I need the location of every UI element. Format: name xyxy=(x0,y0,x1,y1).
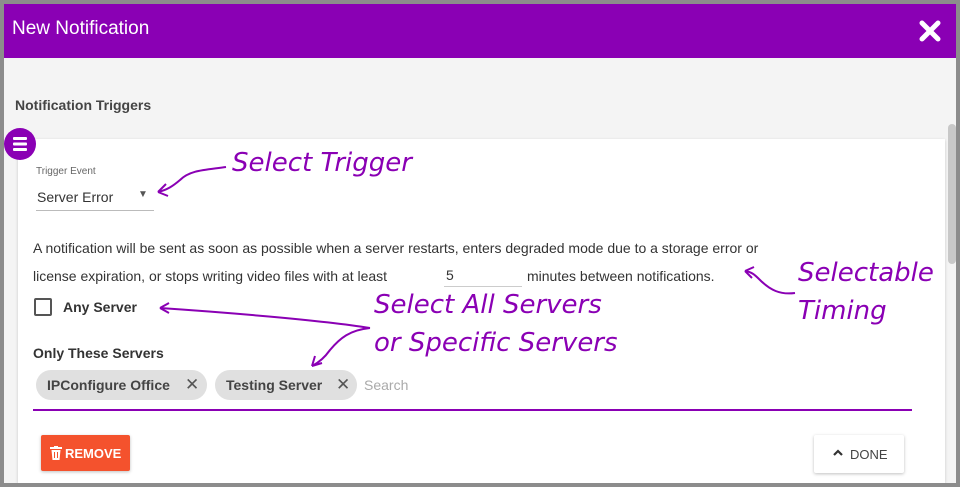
annotation-servers-line-2: or Specific Servers xyxy=(374,328,618,358)
scrollbar[interactable] xyxy=(948,124,956,264)
server-chip: IPConfigure Office ✕ xyxy=(36,370,207,400)
description-line-2-suffix: minutes between notifications. xyxy=(527,268,715,284)
minutes-input[interactable] xyxy=(444,263,522,287)
notification-dialog: New Notification Notification Triggers T… xyxy=(4,4,956,483)
list-icon[interactable] xyxy=(4,128,36,160)
dialog-title: New Notification xyxy=(12,18,150,39)
done-button[interactable]: DONE xyxy=(814,435,904,473)
annotation-timing-line-2: Timing xyxy=(798,296,887,326)
trigger-event-select[interactable]: Server Error ▼ xyxy=(36,185,154,211)
window-frame: New Notification Notification Triggers T… xyxy=(0,0,960,487)
caret-down-icon: ▼ xyxy=(138,189,148,200)
annotation-select-trigger: Select Trigger xyxy=(232,148,412,178)
trigger-event-value: Server Error xyxy=(37,189,114,205)
done-label: DONE xyxy=(850,447,888,462)
search-underline xyxy=(33,409,912,411)
description-line-2: license expiration, or stops writing vid… xyxy=(33,268,388,284)
chip-label: Testing Server xyxy=(226,377,323,393)
any-server-label: Any Server xyxy=(63,299,137,315)
trigger-event-label: Trigger Event xyxy=(36,166,96,177)
close-icon[interactable]: ✕ xyxy=(336,376,350,393)
description-line-1: A notification will be sent as soon as p… xyxy=(33,240,759,256)
server-search-input[interactable] xyxy=(364,372,904,398)
any-server-checkbox[interactable] xyxy=(34,298,52,316)
annotation-servers-line-1: Select All Servers xyxy=(374,290,602,320)
close-icon[interactable] xyxy=(916,17,944,45)
trash-icon xyxy=(50,446,62,460)
remove-label: REMOVE xyxy=(65,446,122,461)
section-title: Notification Triggers xyxy=(15,97,152,113)
dialog-titlebar: New Notification xyxy=(4,4,956,58)
annotation-timing-line-1: Selectable xyxy=(798,258,934,288)
only-these-servers-label: Only These Servers xyxy=(33,345,164,361)
close-icon[interactable]: ✕ xyxy=(185,376,199,393)
remove-button[interactable]: REMOVE xyxy=(41,435,130,471)
chip-label: IPConfigure Office xyxy=(47,377,170,393)
server-chip: Testing Server ✕ xyxy=(215,370,357,400)
chevron-up-icon xyxy=(833,449,843,456)
